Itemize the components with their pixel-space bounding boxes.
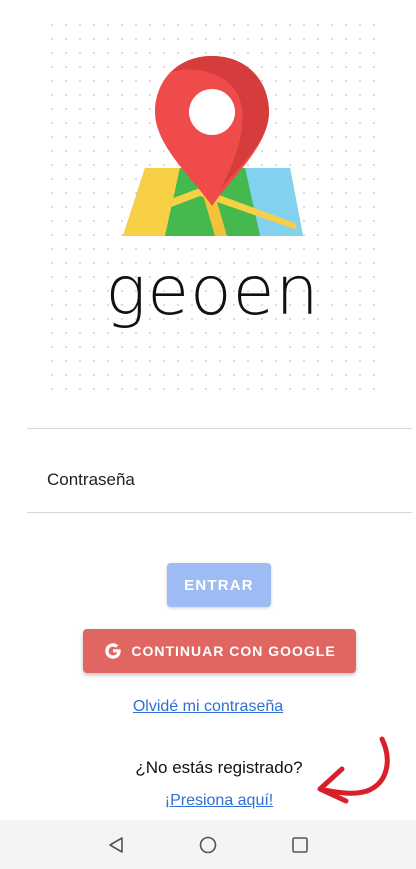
- enter-button-label: ENTRAR: [184, 576, 254, 594]
- annotation-arrow-icon: [317, 736, 390, 804]
- google-button-label: CONTINUAR CON GOOGLE: [131, 643, 336, 659]
- password-field-underline: [27, 512, 412, 513]
- logo-area: geoen: [45, 18, 380, 400]
- password-field[interactable]: Contraseña: [27, 430, 412, 512]
- app-wordmark: geoen: [105, 252, 320, 331]
- divider: [27, 428, 412, 429]
- google-icon: [105, 643, 122, 659]
- recents-icon: [292, 836, 308, 853]
- home-icon: [199, 836, 217, 853]
- google-signin-button[interactable]: CONTINUAR CON GOOGLE: [83, 629, 356, 673]
- recents-button[interactable]: [289, 834, 311, 856]
- forgot-password-link[interactable]: Olvidé mi contraseña: [0, 698, 416, 716]
- password-label: Contraseña: [47, 470, 135, 489]
- enter-button[interactable]: ENTRAR: [167, 563, 271, 607]
- map-pin-logo-icon: [123, 56, 303, 236]
- home-button[interactable]: [197, 834, 219, 856]
- back-button[interactable]: [105, 834, 127, 856]
- android-nav-bar: [0, 820, 416, 869]
- back-icon: [109, 836, 123, 853]
